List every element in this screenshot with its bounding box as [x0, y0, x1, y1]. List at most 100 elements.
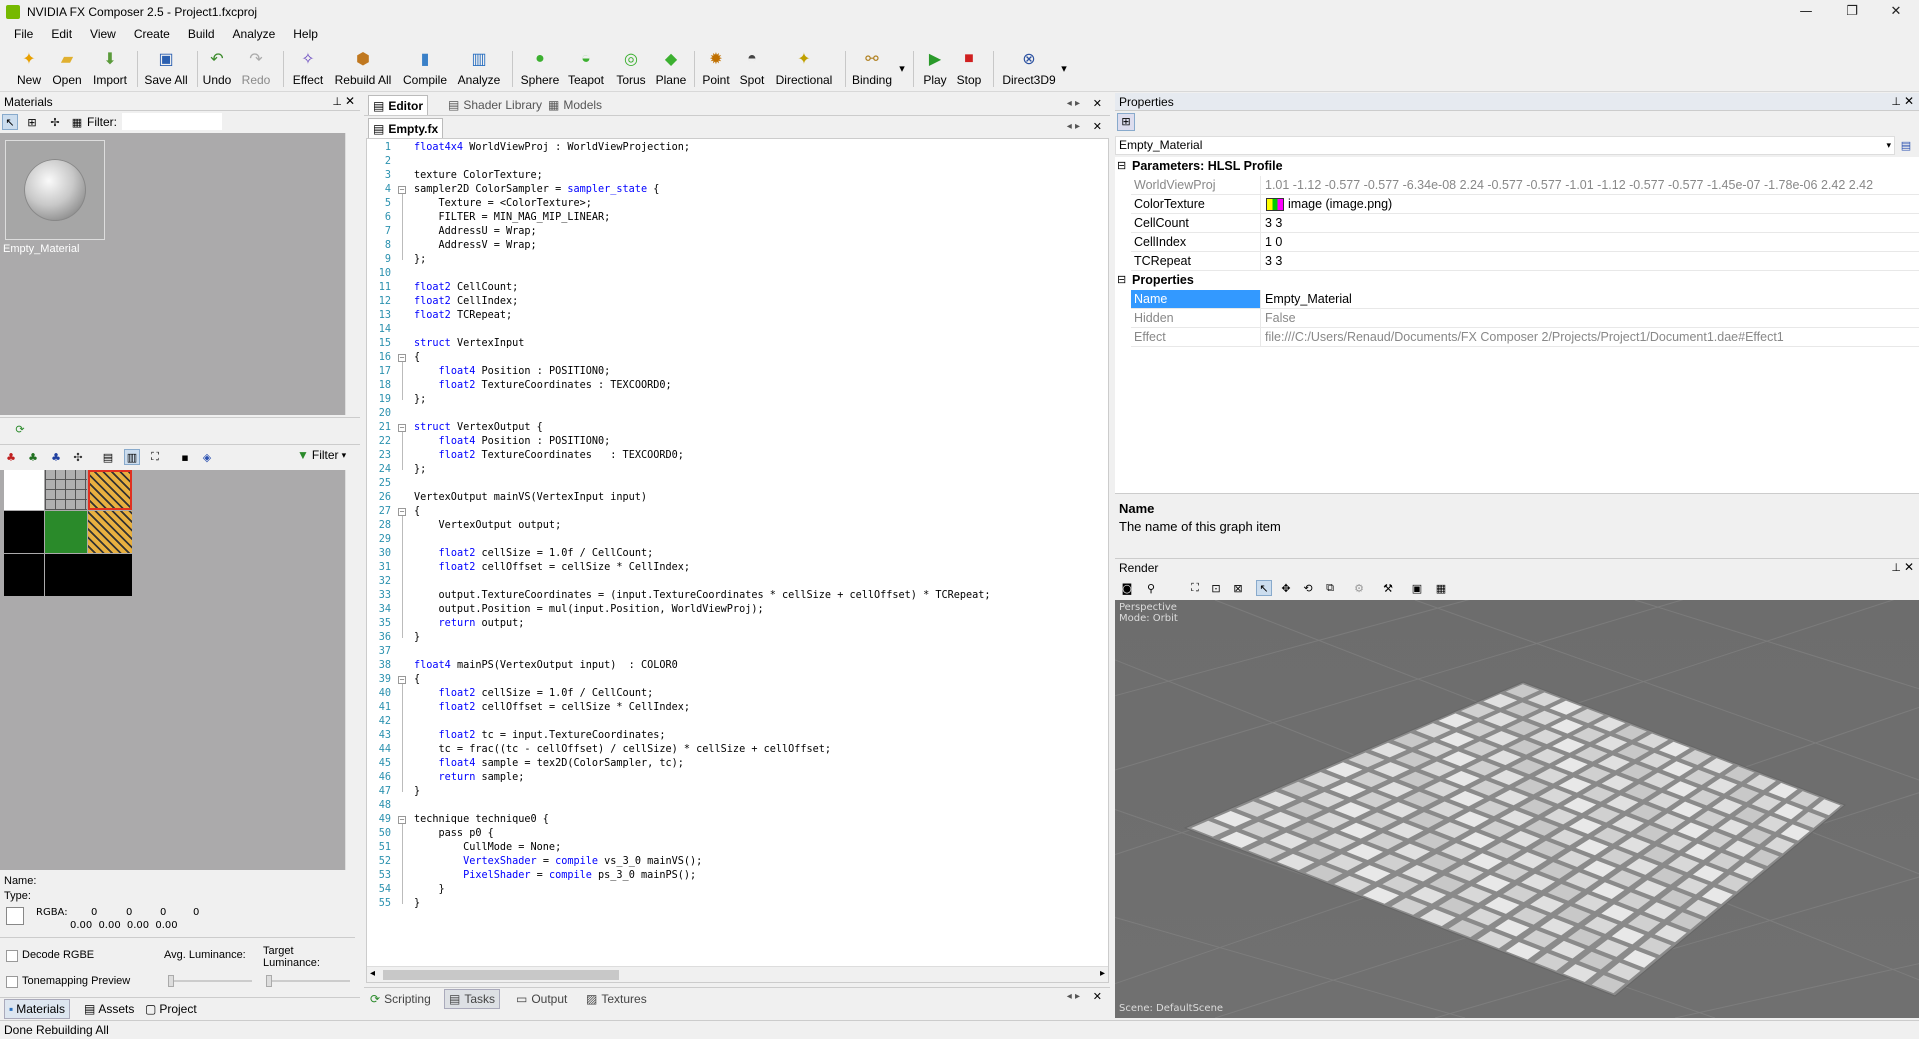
- direct3d9-button[interactable]: ⊗ Direct3D9: [1001, 48, 1057, 90]
- scale-tool-icon[interactable]: ⧉: [1322, 580, 1338, 596]
- decode-rgbe-checkbox[interactable]: [6, 950, 18, 962]
- menu-help[interactable]: Help: [284, 27, 327, 41]
- spot-light-button[interactable]: ◓ Spot: [737, 48, 767, 90]
- bottom-tab-scroll-icon[interactable]: ◂ ▸: [1067, 991, 1080, 1002]
- tab-tasks[interactable]: ▤ Tasks: [444, 989, 501, 1009]
- filter-icon[interactable]: ▦: [69, 114, 85, 130]
- grid-view-icon[interactable]: ⊞: [24, 114, 40, 130]
- tab-scroll-icon[interactable]: ◂ ▸: [1067, 98, 1080, 109]
- property-row[interactable]: ColorTexture image (image.png): [1115, 195, 1919, 214]
- sphere-button[interactable]: ● Sphere: [520, 48, 560, 90]
- tab-project[interactable]: ▢ Project: [141, 999, 201, 1019]
- menu-view[interactable]: View: [81, 27, 125, 41]
- fold-toggle-icon[interactable]: −: [398, 186, 406, 194]
- menu-build[interactable]: Build: [179, 27, 224, 41]
- pick-icon[interactable]: ⚒: [1380, 580, 1396, 596]
- close-window-button[interactable]: ✕: [1873, 0, 1919, 23]
- redo-button[interactable]: ↷ Redo: [241, 48, 271, 90]
- tab-editor[interactable]: ▤ Editor: [368, 95, 429, 115]
- tile-view-icon[interactable]: ▤: [100, 449, 116, 465]
- material-thumbnail[interactable]: [5, 140, 105, 240]
- new-button[interactable]: ✦ New: [14, 48, 44, 90]
- single-view-icon[interactable]: ▥: [124, 449, 140, 465]
- frame-all-icon[interactable]: ⛶: [1187, 580, 1203, 596]
- menu-analyze[interactable]: Analyze: [224, 27, 285, 41]
- tab-empty-fx[interactable]: ▤ Empty.fx: [368, 118, 444, 138]
- property-row[interactable]: WorldViewProj 1.01 -1.12 -0.577 -0.577 -6…: [1115, 176, 1919, 195]
- materials-scrollbar[interactable]: [345, 133, 360, 415]
- property-row[interactable]: TCRepeat 3 3: [1115, 252, 1919, 271]
- tab-materials[interactable]: ▪ Materials: [4, 999, 70, 1019]
- undo-button[interactable]: ↶ Undo: [202, 48, 232, 90]
- fold-toggle-icon[interactable]: −: [398, 424, 406, 432]
- close-icon[interactable]: ✕: [1093, 120, 1102, 133]
- compile-button[interactable]: ▮ Compile: [400, 48, 450, 90]
- export-texture-icon[interactable]: ◈: [199, 449, 215, 465]
- light-icon[interactable]: ⚲: [1143, 580, 1159, 596]
- property-row[interactable]: CellCount 3 3: [1115, 214, 1919, 233]
- avg-luminance-slider[interactable]: [168, 975, 252, 987]
- fold-toggle-icon[interactable]: −: [398, 354, 406, 362]
- pin-icon[interactable]: ⊥: [1891, 561, 1901, 574]
- channel-alpha-icon[interactable]: ✣: [70, 449, 86, 465]
- analyze-button[interactable]: ▥ Analyze: [456, 48, 502, 90]
- menu-create[interactable]: Create: [125, 27, 179, 41]
- scroll-thumb[interactable]: [383, 970, 619, 980]
- scroll-right-icon[interactable]: ▸: [1100, 968, 1105, 979]
- close-icon[interactable]: ✕: [1904, 560, 1914, 574]
- property-row[interactable]: CellIndex 1 0: [1115, 233, 1919, 252]
- tab-output[interactable]: ▭ Output: [512, 989, 571, 1009]
- fold-toggle-icon[interactable]: −: [398, 676, 406, 684]
- texture-tile-selected[interactable]: [88, 470, 132, 510]
- texture-scrollbar[interactable]: [345, 470, 360, 870]
- rebuild-all-button[interactable]: ⬢ Rebuild All: [332, 48, 394, 90]
- refresh-icon[interactable]: ⟳: [12, 421, 28, 437]
- binding-dropdown-icon[interactable]: ▾: [894, 60, 910, 76]
- property-row[interactable]: Effect file:///C:/Users/Renaud/Documents/…: [1115, 328, 1919, 347]
- close-icon[interactable]: ✕: [1093, 990, 1102, 1003]
- pin-icon[interactable]: ⊥: [1891, 95, 1901, 108]
- layout-icon[interactable]: ▦: [1433, 580, 1449, 596]
- channel-blue-icon[interactable]: ♣: [48, 449, 64, 465]
- directional-light-button[interactable]: ✦ Directional: [772, 48, 836, 90]
- tab-textures[interactable]: ▨ Textures: [582, 989, 651, 1009]
- file-tab-scroll-icon[interactable]: ◂ ▸: [1067, 121, 1080, 132]
- fold-toggle-icon[interactable]: −: [398, 508, 406, 516]
- effect-button[interactable]: ✧ Effect: [290, 48, 326, 90]
- property-pages-button[interactable]: ▤: [1896, 136, 1916, 155]
- tab-scripting[interactable]: ⟳ Scripting: [366, 989, 435, 1009]
- fold-toggle-icon[interactable]: −: [398, 816, 406, 824]
- property-row[interactable]: Hidden False: [1115, 309, 1919, 328]
- filter-input[interactable]: [122, 113, 222, 130]
- tab-shader-library[interactable]: ▤ Shader Library: [444, 95, 546, 115]
- new-material-icon[interactable]: ✢: [47, 114, 63, 130]
- texture-filter-button[interactable]: ▼ Filter ▾: [297, 448, 346, 462]
- select-icon[interactable]: ↖: [2, 114, 18, 130]
- camera-icon[interactable]: ◙: [1119, 580, 1135, 596]
- object-selector[interactable]: Empty_Material ▾: [1115, 136, 1895, 155]
- snap-icon[interactable]: ⚙: [1351, 580, 1367, 596]
- channel-red-icon[interactable]: ♣: [3, 449, 19, 465]
- teapot-button[interactable]: ◒ Teapot: [566, 48, 606, 90]
- property-row-selected[interactable]: Name Empty_Material: [1115, 290, 1919, 309]
- save-texture-icon[interactable]: ▪: [177, 449, 193, 465]
- stop-button[interactable]: ■ Stop: [954, 48, 984, 90]
- rotate-tool-icon[interactable]: ⟲: [1300, 580, 1316, 596]
- zoom-extents-icon[interactable]: ⊠: [1230, 580, 1246, 596]
- screenshot-icon[interactable]: ▣: [1409, 580, 1425, 596]
- pin-icon[interactable]: ⊥: [332, 95, 342, 108]
- save-all-button[interactable]: ▣ Save All: [143, 48, 189, 90]
- code-editor[interactable]: 1 float4x4 WorldViewProj : WorldViewProje…: [366, 138, 1109, 983]
- scroll-left-icon[interactable]: ◂: [370, 968, 375, 979]
- horizontal-scrollbar[interactable]: ◂ ▸: [367, 966, 1108, 982]
- plane-button[interactable]: ◆ Plane: [654, 48, 688, 90]
- select-tool-icon[interactable]: ↖: [1256, 580, 1272, 596]
- torus-button[interactable]: ◎ Torus: [613, 48, 649, 90]
- import-button[interactable]: ⬇ Import: [90, 48, 130, 90]
- target-luminance-slider[interactable]: [266, 975, 350, 987]
- channel-green-icon[interactable]: ♣: [25, 449, 41, 465]
- close-icon[interactable]: ✕: [1904, 94, 1914, 108]
- menu-edit[interactable]: Edit: [42, 27, 81, 41]
- close-icon[interactable]: ✕: [345, 94, 355, 108]
- section-parameters[interactable]: ⊟ Parameters: HLSL Profile: [1115, 157, 1919, 176]
